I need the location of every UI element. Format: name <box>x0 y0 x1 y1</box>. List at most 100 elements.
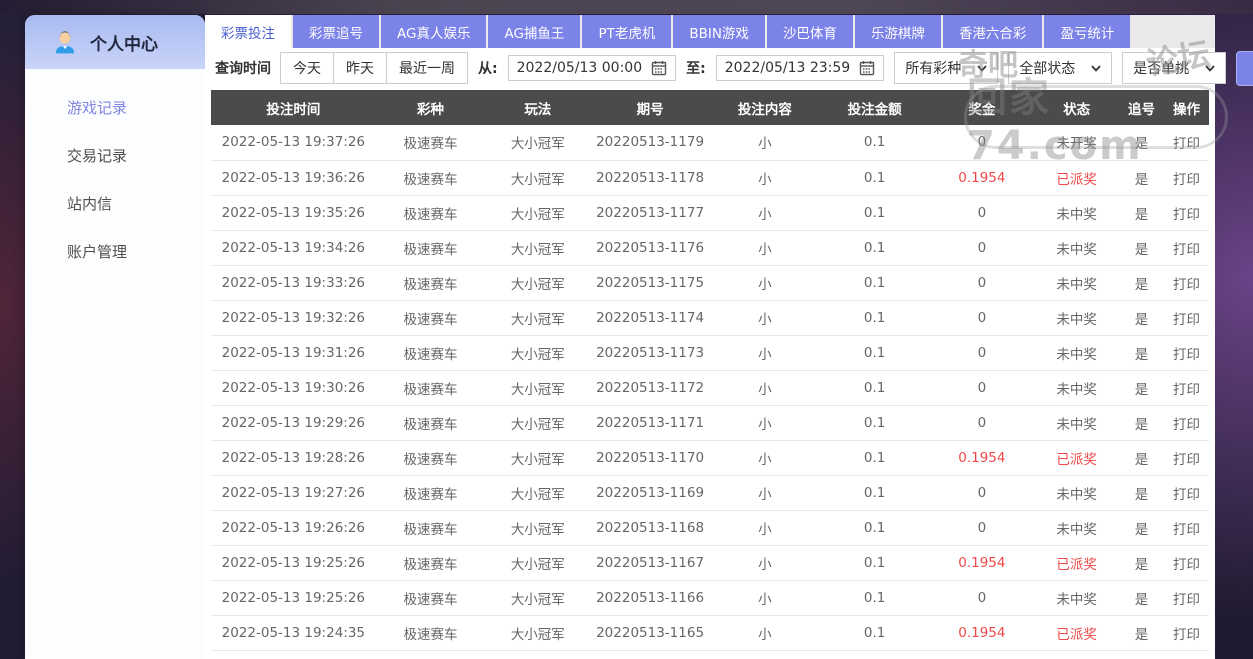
sidebar-header: 个人中心 <box>25 15 205 69</box>
cell-issue: 20220513-1171 <box>590 405 710 440</box>
filter-select[interactable]: 是否单挑 <box>1122 52 1226 84</box>
filter-select[interactable]: 全部状态 <box>1008 52 1112 84</box>
cell-play: 大小冠军 <box>485 510 590 545</box>
print-link[interactable]: 打印 <box>1164 160 1209 195</box>
cell-play: 大小冠军 <box>485 230 590 265</box>
cell-amount: 0.1 <box>820 440 930 475</box>
print-link[interactable]: 打印 <box>1164 265 1209 300</box>
tab-label: 乐游棋牌 <box>871 22 925 42</box>
table-header-cell: 操作 <box>1164 90 1209 125</box>
cell-play: 大小冠军 <box>485 300 590 335</box>
table-row: 2022-05-13 19:24:35 极速赛车 大小冠军 20220513-1… <box>211 615 1209 650</box>
query-filter-bar: 查询时间 今天 昨天 最近一周 从: 2022/05/13 00:00 <box>205 48 1215 88</box>
print-link[interactable]: 打印 <box>1164 580 1209 615</box>
cell-chase: 是 <box>1119 615 1164 650</box>
category-tab[interactable]: PT老虎机 <box>582 15 671 48</box>
sidebar-item[interactable]: 账户管理 <box>25 227 205 275</box>
bet-records-table: 投注时间 彩种 玩法 期号 投注内容 投注金额 奖金 状态 <box>211 90 1209 651</box>
table-row: 2022-05-13 19:32:26 极速赛车 大小冠军 20220513-1… <box>211 300 1209 335</box>
cell-chase: 是 <box>1119 125 1164 160</box>
to-date-input[interactable]: 2022/05/13 23:59 <box>716 55 885 81</box>
print-link[interactable]: 打印 <box>1164 230 1209 265</box>
table-header-cell: 投注时间 <box>211 90 376 125</box>
category-tab[interactable]: AG真人娱乐 <box>381 15 486 48</box>
print-link[interactable]: 打印 <box>1164 300 1209 335</box>
print-link[interactable]: 打印 <box>1164 335 1209 370</box>
category-tab[interactable]: 彩票投注 <box>205 15 291 48</box>
table-row: 2022-05-13 19:37:26 极速赛车 大小冠军 20220513-1… <box>211 125 1209 160</box>
cell-issue: 20220513-1178 <box>590 160 710 195</box>
quick-range-label: 昨天 <box>346 60 374 76</box>
cell-status: 未中奖 <box>1034 510 1119 545</box>
cell-play: 大小冠军 <box>485 405 590 440</box>
print-link[interactable]: 打印 <box>1164 195 1209 230</box>
cell-prize: 0.1954 <box>929 160 1034 195</box>
sidebar-item[interactable]: 站内信 <box>25 179 205 227</box>
cell-chase: 是 <box>1119 475 1164 510</box>
cell-content: 小 <box>710 160 820 195</box>
tab-label: 彩票投注 <box>221 22 275 42</box>
cell-lottery: 极速赛车 <box>376 125 486 160</box>
category-tab[interactable]: 香港六合彩 <box>943 15 1043 48</box>
cell-bet-time: 2022-05-13 19:26:26 <box>211 510 376 545</box>
calendar-icon[interactable] <box>651 60 667 76</box>
category-tab[interactable]: AG捕鱼王 <box>488 15 580 48</box>
print-link[interactable]: 打印 <box>1164 510 1209 545</box>
print-link[interactable]: 打印 <box>1164 405 1209 440</box>
cell-status: 未中奖 <box>1034 230 1119 265</box>
cell-chase: 是 <box>1119 160 1164 195</box>
cell-chase: 是 <box>1119 265 1164 300</box>
category-tab[interactable]: 沙巴体育 <box>767 15 853 48</box>
cell-bet-time: 2022-05-13 19:35:26 <box>211 195 376 230</box>
sidebar-item[interactable]: 交易记录 <box>25 131 205 179</box>
cell-status: 未中奖 <box>1034 580 1119 615</box>
sidebar-item[interactable]: 游戏记录 <box>25 83 205 131</box>
category-tab[interactable]: 彩票追号 <box>293 15 379 48</box>
cell-issue: 20220513-1165 <box>590 615 710 650</box>
table-row: 2022-05-13 19:35:26 极速赛车 大小冠军 20220513-1… <box>211 195 1209 230</box>
cell-status: 未中奖 <box>1034 475 1119 510</box>
print-link[interactable]: 打印 <box>1164 475 1209 510</box>
background-top-band <box>0 0 1253 14</box>
table-row: 2022-05-13 19:25:26 极速赛车 大小冠军 20220513-1… <box>211 580 1209 615</box>
cell-chase: 是 <box>1119 230 1164 265</box>
cell-content: 小 <box>710 580 820 615</box>
cell-issue: 20220513-1168 <box>590 510 710 545</box>
cell-amount: 0.1 <box>820 580 930 615</box>
cell-amount: 0.1 <box>820 125 930 160</box>
sidebar-item-label: 游戏记录 <box>67 97 127 118</box>
category-tab[interactable]: BBIN游戏 <box>673 15 765 48</box>
sidebar-item-label: 站内信 <box>67 193 112 214</box>
cell-bet-time: 2022-05-13 19:25:26 <box>211 545 376 580</box>
user-avatar-icon <box>51 28 79 56</box>
print-link[interactable]: 打印 <box>1164 370 1209 405</box>
category-tab[interactable]: 盈亏统计 <box>1044 15 1130 48</box>
quick-range-button[interactable]: 今天 <box>280 52 334 84</box>
calendar-icon[interactable] <box>859 60 875 76</box>
cell-bet-time: 2022-05-13 19:28:26 <box>211 440 376 475</box>
cell-amount: 0.1 <box>820 230 930 265</box>
cell-play: 大小冠军 <box>485 615 590 650</box>
cell-status: 未中奖 <box>1034 335 1119 370</box>
sidebar-menu: 游戏记录 交易记录 站内信 账户管理 <box>25 69 205 275</box>
quick-range-button[interactable]: 最近一周 <box>386 52 468 84</box>
cell-content: 小 <box>710 230 820 265</box>
cell-amount: 0.1 <box>820 615 930 650</box>
cell-status: 已派奖 <box>1034 545 1119 580</box>
from-date-input[interactable]: 2022/05/13 00:00 <box>508 55 677 81</box>
table-row: 2022-05-13 19:30:26 极速赛车 大小冠军 20220513-1… <box>211 370 1209 405</box>
bet-records-table-wrap: 投注时间 彩种 玩法 期号 投注内容 投注金额 奖金 状态 <box>205 88 1215 651</box>
cell-lottery: 极速赛车 <box>376 615 486 650</box>
print-link[interactable]: 打印 <box>1164 440 1209 475</box>
cell-play: 大小冠军 <box>485 195 590 230</box>
category-tab[interactable]: 乐游棋牌 <box>855 15 941 48</box>
table-header-row: 投注时间 彩种 玩法 期号 投注内容 投注金额 奖金 状态 <box>211 90 1209 125</box>
print-link[interactable]: 打印 <box>1164 615 1209 650</box>
cell-issue: 20220513-1173 <box>590 335 710 370</box>
filter-select[interactable]: 所有彩种 <box>894 52 998 84</box>
print-link[interactable]: 打印 <box>1164 125 1209 160</box>
print-link[interactable]: 打印 <box>1164 545 1209 580</box>
cell-amount: 0.1 <box>820 300 930 335</box>
search-button[interactable]: 立即查询 <box>1236 51 1253 86</box>
quick-range-button[interactable]: 昨天 <box>333 52 387 84</box>
